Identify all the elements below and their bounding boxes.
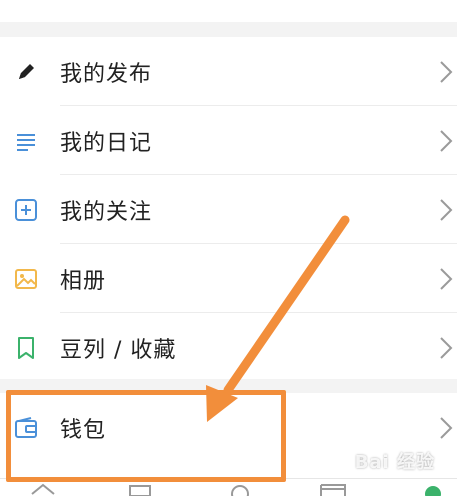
- menu-item-label: 我的日记: [60, 130, 153, 156]
- menu-item-label: 我的发布: [60, 61, 153, 87]
- section-gap: [0, 22, 457, 37]
- chevron-right-icon: [439, 266, 453, 292]
- menu-item-album[interactable]: 相册: [0, 244, 457, 313]
- top-cutoff-row: [0, 0, 457, 23]
- lines-icon: [13, 128, 39, 154]
- watermark: Bai 经验: [354, 452, 435, 473]
- image-icon: [13, 266, 39, 292]
- plus-square-icon: [13, 197, 39, 223]
- tab-icon[interactable]: [418, 481, 448, 500]
- chevron-right-icon: [439, 197, 453, 223]
- menu-item-label: 相册: [60, 268, 107, 294]
- bookmark-icon: [13, 335, 39, 361]
- chevron-right-icon: [439, 59, 453, 85]
- chevron-right-icon: [439, 415, 453, 441]
- chevron-right-icon: [439, 335, 453, 361]
- pencil-icon: [13, 59, 39, 85]
- highlight-box: [6, 390, 286, 482]
- shop-icon[interactable]: [318, 481, 348, 496]
- menu-item-my-diary[interactable]: 我的日记: [0, 106, 457, 175]
- chevron-right-icon: [439, 128, 453, 154]
- menu-item-label: 豆列 / 收藏: [60, 337, 177, 363]
- menu-item-label: 我的关注: [60, 199, 153, 225]
- tab-icon[interactable]: [125, 481, 155, 497]
- menu-item-my-posts[interactable]: 我的发布: [0, 37, 457, 106]
- tab-icon[interactable]: [225, 481, 255, 500]
- menu-item-my-follows[interactable]: 我的关注: [0, 175, 457, 244]
- menu-item-doulist-favorites[interactable]: 豆列 / 收藏: [0, 313, 457, 382]
- tab-icon[interactable]: [28, 481, 58, 495]
